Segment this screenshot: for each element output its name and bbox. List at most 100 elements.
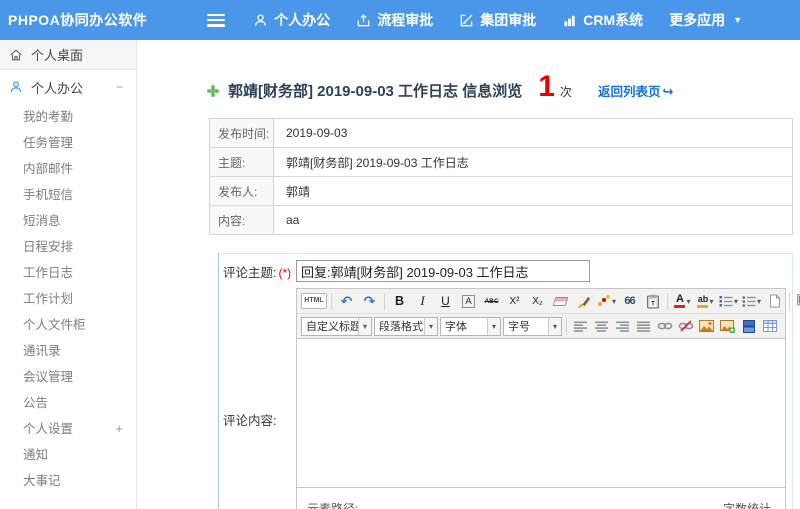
chevron-down-icon: ▾	[686, 296, 691, 306]
collapse-icon[interactable]: −	[116, 80, 123, 94]
sidebar-item-label: 短消息	[23, 214, 61, 228]
italic-button[interactable]: I	[412, 291, 433, 311]
table-row: 发布人: 郭靖	[209, 176, 793, 206]
redo-button[interactable]: ↷	[359, 291, 380, 311]
media-button[interactable]	[739, 316, 758, 336]
editor-statusbar: 元素路径: 字数统计	[297, 487, 785, 509]
view-count-unit: 次	[559, 85, 572, 99]
paste-as-text-icon: T	[646, 294, 659, 308]
menu-toggle-icon[interactable]	[207, 13, 226, 27]
eraser-button[interactable]	[550, 291, 571, 311]
align-justify-button[interactable]	[634, 316, 653, 336]
quick-format-icon	[597, 294, 611, 308]
align-right-button[interactable]	[613, 316, 632, 336]
sidebar-item[interactable]: 短消息	[0, 208, 136, 234]
field-value: 2019-09-03	[273, 118, 793, 148]
multi-image-icon	[720, 319, 735, 333]
sidebar-item[interactable]: 会议管理	[0, 364, 136, 390]
html-source-button[interactable]: HTML	[301, 293, 327, 309]
sidebar-item[interactable]: 公告	[0, 390, 136, 416]
align-justify-icon	[637, 321, 650, 332]
highlight-color-button[interactable]: ab ▾	[695, 291, 716, 311]
paste-as-text-button[interactable]: T	[642, 291, 663, 311]
font-size-dropdown[interactable]: 字号 ▾	[503, 316, 562, 336]
sidebar-item[interactable]: 个人设置 +	[0, 416, 136, 442]
sidebar-item[interactable]: 任务管理	[0, 130, 136, 156]
sidebar-item-label: 手机短信	[23, 188, 74, 202]
sidebar-item-desktop[interactable]: 个人桌面	[0, 40, 136, 70]
table-button[interactable]	[760, 316, 779, 336]
quick-format-button[interactable]: ▾	[596, 291, 617, 311]
word-count-label[interactable]: 字数统计	[723, 500, 771, 509]
expand-icon[interactable]: +	[115, 416, 123, 442]
align-right-icon	[616, 321, 629, 332]
svg-text:T: T	[651, 300, 655, 307]
comment-subject-input[interactable]	[296, 260, 590, 282]
paragraph-dropdown[interactable]: 段落格式 ▾	[374, 316, 438, 336]
nav-more-apps[interactable]: 更多应用 ▼	[669, 10, 742, 30]
fullscreen-button[interactable]	[794, 291, 800, 311]
sidebar-item-label: 大事记	[23, 474, 61, 488]
nav-crm-system[interactable]: CRM系统	[562, 10, 643, 30]
multi-image-button[interactable]	[718, 316, 737, 336]
editor-toolbar-row1: HTML ↶ ↷ B I U A ABC X² X₂ ▾ 66 T A ▾ ab…	[297, 289, 800, 314]
font-color-icon: A	[674, 294, 686, 308]
sidebar-item-label: 通讯录	[23, 344, 61, 358]
nav-label: 更多应用	[669, 12, 726, 28]
table-row: 内容: aa	[209, 205, 793, 235]
image-icon	[699, 320, 714, 332]
font-family-dropdown[interactable]: 字体 ▾	[440, 316, 501, 336]
unlink-button[interactable]	[676, 316, 695, 336]
nav-label: 个人办公	[274, 12, 331, 28]
add-icon	[207, 85, 219, 97]
sidebar-item[interactable]: 工作计划	[0, 286, 136, 312]
format-painter-button[interactable]	[573, 291, 594, 311]
sidebar-item[interactable]: 个人文件柜	[0, 312, 136, 338]
sidebar-group-label: 个人办公	[31, 80, 84, 96]
sidebar-item[interactable]: 通讯录	[0, 338, 136, 364]
font-color-button[interactable]: A ▾	[672, 291, 693, 311]
char-border-button[interactable]: A	[458, 291, 479, 311]
sidebar-item[interactable]: 日程安排	[0, 234, 136, 260]
sidebar-item[interactable]: 内部邮件	[0, 156, 136, 182]
subscript-button[interactable]: X₂	[527, 291, 548, 311]
sidebar-item-label: 工作计划	[23, 292, 74, 306]
sidebar-item[interactable]: 大事记	[0, 468, 136, 494]
undo-button[interactable]: ↶	[336, 291, 357, 311]
sidebar-item-label: 会议管理	[23, 370, 74, 384]
align-left-button[interactable]	[571, 316, 590, 336]
link-button[interactable]	[655, 316, 674, 336]
heading-dropdown[interactable]: 自定义标题 ▾	[301, 316, 372, 336]
sidebar-item[interactable]: 工作日志	[0, 260, 136, 286]
highlight-color-icon: ab	[697, 294, 709, 308]
sidebar-item[interactable]: 手机短信	[0, 182, 136, 208]
nav-personal-office[interactable]: 个人办公	[253, 10, 330, 30]
sidebar-item[interactable]: 通知	[0, 442, 136, 468]
nav-workflow-approval[interactable]: 流程审批	[356, 10, 433, 30]
sidebar-item-label: 个人文件柜	[23, 318, 86, 332]
editor-canvas[interactable]	[297, 339, 785, 487]
ordered-list-button[interactable]: ▾	[718, 291, 739, 311]
sidebar-group-personal-office[interactable]: 个人办公 −	[0, 70, 136, 104]
comment-content-field: HTML ↶ ↷ B I U A ABC X² X₂ ▾ 66 T A ▾ ab…	[296, 288, 800, 509]
underline-button[interactable]: U	[435, 291, 456, 311]
unlink-icon	[678, 320, 693, 332]
superscript-button[interactable]: X²	[504, 291, 525, 311]
remove-format-button[interactable]: ABC	[481, 291, 502, 311]
element-path-label: 元素路径:	[307, 502, 359, 509]
bold-button[interactable]: B	[389, 291, 410, 311]
field-value: aa	[273, 205, 793, 235]
blockquote-button[interactable]: 66	[619, 291, 640, 311]
unordered-list-button[interactable]: ▾	[741, 291, 762, 311]
back-to-list-link[interactable]: 返回列表页 ↪	[598, 81, 673, 100]
image-button[interactable]	[697, 316, 716, 336]
nav-group-approval[interactable]: 集团审批	[459, 10, 536, 30]
return-arrow-icon: ↪	[662, 84, 674, 99]
new-page-button[interactable]	[764, 291, 785, 311]
comment-content-label: 评论内容:	[219, 288, 296, 509]
align-left-icon	[574, 321, 587, 332]
chevron-down-icon: ▾	[733, 296, 738, 306]
detail-table: 发布时间: 2019-09-03 主题: 郭靖[财务部] 2019-09-03 …	[209, 118, 793, 235]
sidebar-item[interactable]: 我的考勤	[0, 104, 136, 130]
align-center-button[interactable]	[592, 316, 611, 336]
